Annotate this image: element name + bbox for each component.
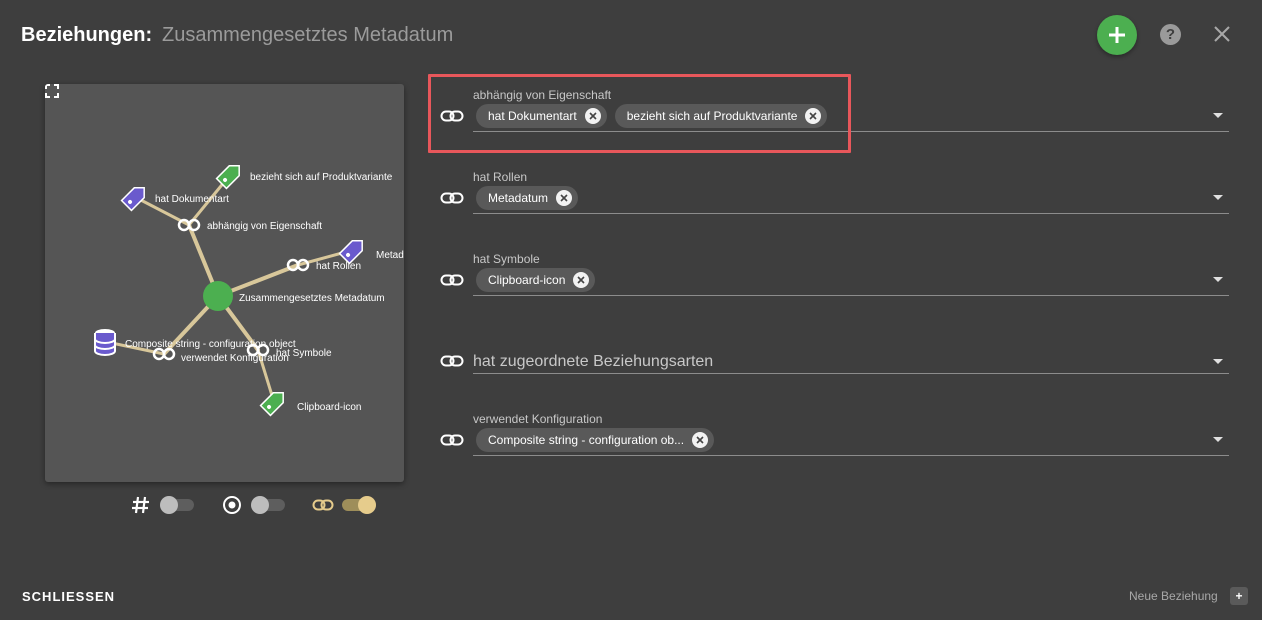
graph-canvas[interactable]: Zusammengesetztes Metadatum abhängig von… (45, 84, 404, 482)
graph-link-label: hat Rollen (316, 261, 361, 272)
relation-row: verwendet Konfiguration Composite string… (440, 412, 1230, 458)
relation-field[interactable]: verwendet Konfiguration Composite string… (473, 412, 1229, 456)
link-icon (440, 274, 464, 286)
chip-remove-icon[interactable] (556, 190, 573, 206)
hash-switch[interactable] (160, 496, 194, 514)
relation-field[interactable]: hat Symbole Clipboard-icon (473, 252, 1229, 296)
relation-label: hat Rollen (473, 170, 528, 184)
target-icon (221, 494, 243, 516)
help-circle-icon: ? (1165, 26, 1176, 43)
chip-label: Clipboard-icon (488, 273, 566, 287)
target-switch[interactable] (251, 496, 285, 514)
relation-placeholder: hat zugeordnete Beziehungsarten (473, 353, 714, 370)
link-icon (440, 434, 464, 446)
close-icon[interactable] (1212, 24, 1232, 44)
dropdown-arrow-icon[interactable] (1213, 195, 1223, 200)
graph-node-label: Metad (376, 250, 404, 261)
graph-center-label: Zusammengesetztes Metadatum (239, 293, 385, 304)
graph-node-label: hat Dokumentart (155, 194, 229, 205)
relation-row: hat Rollen Metadatum (440, 170, 1230, 216)
relation-label: hat Symbole (473, 252, 540, 266)
new-relation-button[interactable]: + (1230, 587, 1248, 605)
chip[interactable]: Metadatum (476, 186, 579, 210)
toggle-hash[interactable] (130, 490, 194, 520)
graph-link-label: verwendet Konfiguration (181, 353, 289, 364)
dialog-subtitle: Zusammengesetztes Metadatum (162, 24, 454, 46)
dropdown-arrow-icon[interactable] (1213, 277, 1223, 282)
chip-list: Metadatum (476, 186, 579, 210)
graph-toggles (130, 490, 400, 520)
chip-label: Composite string - configuration ob... (488, 433, 685, 447)
relation-field[interactable]: hat zugeordnete Beziehungsarten (473, 346, 1229, 374)
close-button[interactable]: SCHLIESSEN (22, 589, 115, 604)
chip-list: Clipboard-icon (476, 268, 596, 292)
chip[interactable]: Composite string - configuration ob... (476, 428, 715, 452)
graph-link-label: abhängig von Eigenschaft (207, 221, 322, 232)
graph-node-label: Composite string - configuration object (125, 339, 296, 350)
relation-row: hat zugeordnete Beziehungsarten (440, 346, 1230, 376)
toggle-target[interactable] (221, 490, 285, 520)
relations-dialog: Beziehungen: Zusammengesetztes Metadatum… (0, 0, 1262, 620)
toggle-link[interactable] (312, 490, 376, 520)
graph-link-node (286, 258, 310, 272)
dropdown-arrow-icon[interactable] (1213, 359, 1223, 364)
new-relation-link[interactable]: Neue Beziehung (1129, 589, 1218, 603)
chip-list: Composite string - configuration ob... (476, 428, 715, 452)
relation-graph[interactable]: Zusammengesetztes Metadatum abhängig von… (45, 84, 404, 482)
graph-node-label: Clipboard-icon (297, 402, 361, 413)
database-icon (94, 329, 116, 356)
relation-label: verwendet Konfiguration (473, 412, 603, 426)
graph-link-node (177, 218, 201, 232)
tag-icon (338, 240, 363, 265)
dialog-header: Beziehungen: Zusammengesetztes Metadatum… (0, 0, 1262, 70)
graph-node-label: bezieht sich auf Produktvariante (250, 172, 393, 183)
link-icon (312, 494, 334, 516)
chip-label: Metadatum (488, 191, 549, 205)
relation-row: hat Symbole Clipboard-icon (440, 252, 1230, 298)
chip-remove-icon[interactable] (692, 432, 709, 448)
help-button[interactable]: ? (1160, 24, 1181, 45)
tag-icon (259, 392, 284, 417)
highlight-box (428, 74, 851, 153)
graph-center-node (203, 281, 233, 311)
fullscreen-icon[interactable] (45, 84, 59, 98)
tag-icon (120, 187, 145, 212)
dropdown-arrow-icon[interactable] (1213, 113, 1223, 118)
dropdown-arrow-icon[interactable] (1213, 437, 1223, 442)
link-icon (440, 355, 464, 367)
hash-icon (130, 494, 152, 516)
plus-icon (1109, 27, 1125, 43)
link-icon (440, 192, 464, 204)
chip-remove-icon[interactable] (573, 272, 590, 288)
link-switch[interactable] (342, 496, 376, 514)
add-relation-button[interactable] (1097, 15, 1137, 55)
relation-field[interactable]: hat Rollen Metadatum (473, 170, 1229, 214)
dialog-title: Beziehungen: (21, 24, 153, 46)
chip[interactable]: Clipboard-icon (476, 268, 596, 292)
